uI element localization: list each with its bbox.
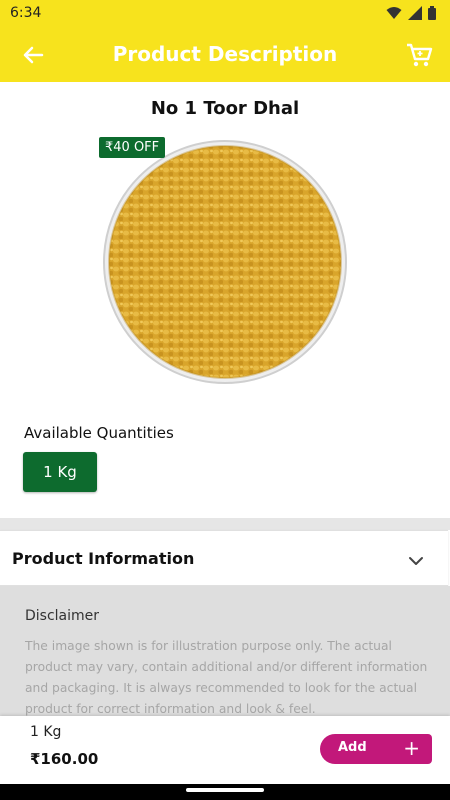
app-bar: Product Description: [0, 28, 450, 82]
home-gesture-pill[interactable]: [186, 788, 264, 792]
battery-icon: [428, 6, 436, 20]
chevron-down-icon: [409, 557, 423, 565]
add-to-cart-button[interactable]: Add +: [320, 734, 432, 764]
offer-badge: ₹40 OFF: [99, 137, 166, 158]
add-button-label: Add: [338, 740, 367, 755]
page-title: Product Description: [112, 42, 338, 66]
status-icons: [386, 6, 436, 20]
product-image: [103, 140, 347, 384]
product-information-toggle[interactable]: Product Information: [0, 530, 448, 586]
price: ₹160.00: [30, 750, 99, 768]
available-quantities-label: Available Quantities: [24, 424, 174, 442]
status-time: 6:34: [10, 5, 42, 21]
product-name: No 1 Toor Dhal: [150, 98, 300, 119]
system-nav-bar: [0, 784, 450, 800]
signal-icon: [408, 6, 422, 20]
section-divider: [0, 518, 450, 530]
selected-quantity: 1 Kg: [30, 724, 62, 740]
wifi-icon: [386, 7, 402, 19]
status-bar: 6:34: [0, 0, 450, 28]
cart-icon[interactable]: [404, 40, 434, 70]
disclaimer-title: Disclaimer: [25, 608, 100, 624]
bottom-bar: 1 Kg ₹160.00 Add +: [0, 716, 450, 784]
quantity-option-1kg[interactable]: 1 Kg: [23, 452, 97, 492]
plus-icon: +: [403, 736, 420, 760]
disclaimer-panel: Disclaimer The image shown is for illust…: [0, 586, 450, 718]
product-information-label: Product Information: [12, 549, 195, 568]
disclaimer-text: The image shown is for illustration purp…: [25, 639, 428, 716]
